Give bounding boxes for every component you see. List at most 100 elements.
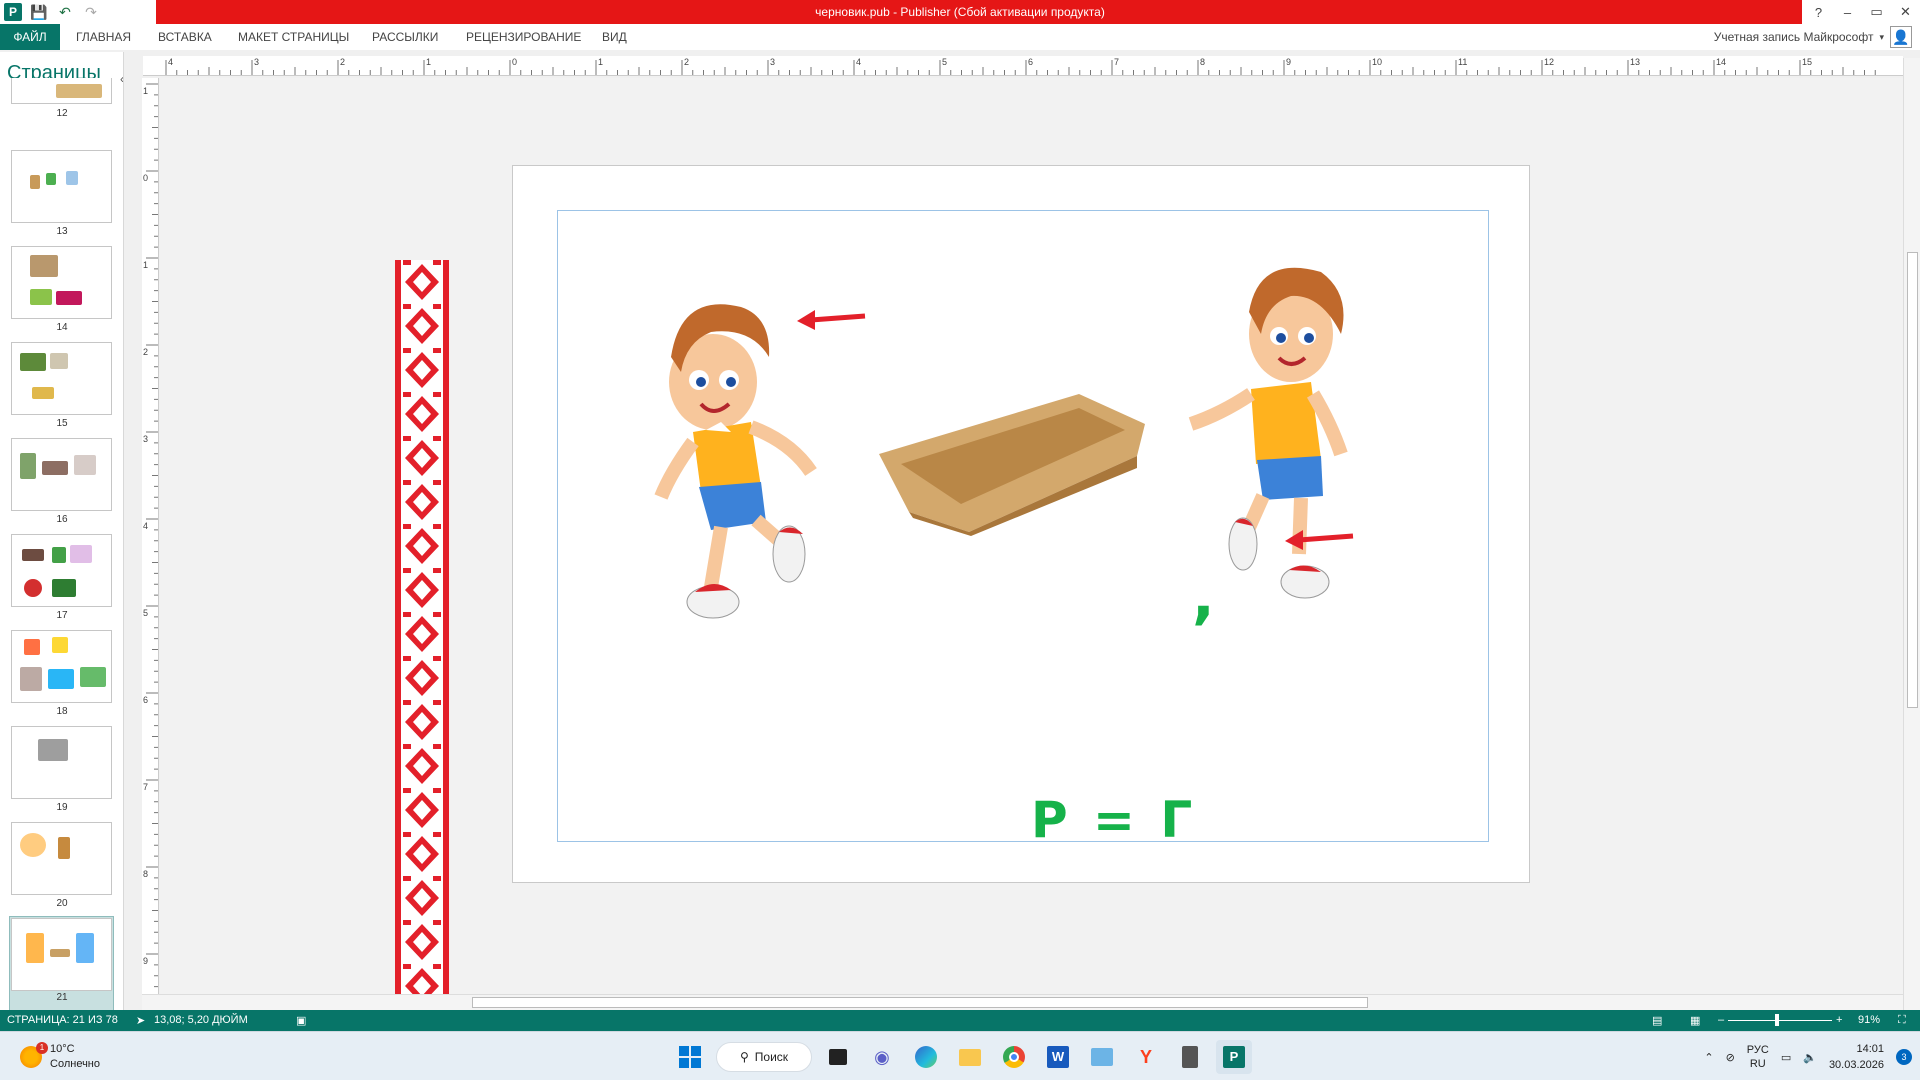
display-icon[interactable]: ▭ bbox=[1781, 1051, 1791, 1064]
calculator-icon[interactable] bbox=[1172, 1040, 1208, 1074]
edge-icon[interactable] bbox=[908, 1040, 944, 1074]
page-thumbnail[interactable] bbox=[11, 534, 112, 607]
horizontal-scroll-thumb[interactable] bbox=[472, 997, 1368, 1008]
ruler-label: 7 bbox=[143, 782, 149, 792]
title-bar: черновик.pub - Publisher (Сбой активации… bbox=[0, 0, 1920, 24]
search-icon: ⚲ bbox=[739, 1050, 749, 1064]
tab-view[interactable]: ВИД bbox=[592, 24, 637, 50]
ruler-label: 12 bbox=[1544, 57, 1555, 67]
page-thumbnail[interactable] bbox=[11, 822, 112, 895]
minimize-button[interactable]: – bbox=[1833, 0, 1862, 24]
horizontal-scrollbar[interactable] bbox=[142, 994, 1903, 1010]
ruler-label: 0 bbox=[143, 173, 149, 183]
vertical-ruler[interactable]: 1 0 1 2 3 4 5 6 7 8 9 bbox=[142, 78, 159, 998]
letter-equation[interactable]: Р = Г bbox=[1031, 791, 1196, 849]
fit-page-icon[interactable]: ⛶ bbox=[1898, 1014, 1906, 1027]
ruler-label: 8 bbox=[1200, 57, 1206, 67]
page-thumbnail[interactable] bbox=[11, 246, 112, 319]
vertical-scroll-thumb[interactable] bbox=[1907, 252, 1918, 708]
zoom-level[interactable]: 91% bbox=[1858, 1014, 1880, 1026]
ruler-ticks bbox=[146, 83, 158, 998]
photos-icon[interactable] bbox=[1084, 1040, 1120, 1074]
account-label: Учетная запись Майкрософт bbox=[1713, 30, 1874, 44]
tab-insert[interactable]: ВСТАВКА bbox=[148, 24, 222, 50]
zoom-in-button[interactable]: + bbox=[1836, 1014, 1842, 1026]
restore-button[interactable]: ▭ bbox=[1862, 0, 1891, 24]
tab-file[interactable]: ФАЙЛ bbox=[0, 24, 60, 50]
ruler-label: 4 bbox=[168, 57, 174, 67]
publisher-taskbar-icon[interactable]: P bbox=[1216, 1040, 1252, 1074]
weather-widget[interactable]: 1 10°C Солнечно bbox=[20, 1042, 100, 1072]
page-thumbnail-selected[interactable] bbox=[11, 918, 112, 991]
clock[interactable]: 14:01 30.03.2026 bbox=[1829, 1041, 1884, 1073]
account-area[interactable]: Учетная запись Майкрософт ▾ 👤 bbox=[1714, 24, 1912, 50]
zoom-slider[interactable] bbox=[1728, 1020, 1832, 1021]
ruler-label: 1 bbox=[143, 260, 149, 270]
page-thumbnail[interactable] bbox=[11, 726, 112, 799]
horizontal-ruler[interactable]: 4 3 2 1 0 1 2 3 4 5 6 7 8 9 10 11 12 13 14 15 bbox=[143, 56, 1903, 76]
windows-taskbar: 1 10°C Солнечно ⚲ Поиск ◉ W Y P ⌃ ⊘ РУС … bbox=[0, 1031, 1920, 1080]
ruler-label: 6 bbox=[143, 695, 149, 705]
page-thumbnail[interactable] bbox=[11, 342, 112, 415]
redo-icon[interactable]: ↷ bbox=[82, 3, 100, 21]
vertical-scrollbar[interactable] bbox=[1903, 58, 1920, 1012]
help-button[interactable]: ? bbox=[1804, 0, 1833, 24]
quick-access-toolbar: P 💾 ↶ ↷ bbox=[4, 2, 100, 22]
language-indicator[interactable]: РУС RU bbox=[1747, 1043, 1769, 1071]
file-explorer-icon[interactable] bbox=[952, 1040, 988, 1074]
object-size-icon: ▣ bbox=[296, 1015, 307, 1027]
canvas-area[interactable]: Р = Г , bbox=[160, 78, 1903, 996]
sun-icon: 1 bbox=[20, 1042, 48, 1068]
ruler-label: 5 bbox=[143, 608, 149, 618]
task-view-icon[interactable] bbox=[820, 1040, 856, 1074]
belarusian-ornament-border[interactable] bbox=[395, 260, 449, 994]
page-number: 21 bbox=[56, 992, 68, 1003]
ruler-label: 5 bbox=[942, 57, 948, 67]
tab-page-design[interactable]: МАКЕТ СТРАНИЦЫ bbox=[228, 24, 359, 50]
volume-icon[interactable]: 🔈 bbox=[1803, 1051, 1817, 1064]
notification-badge[interactable]: 3 bbox=[1896, 1049, 1912, 1065]
taskbar-search[interactable]: ⚲ Поиск bbox=[716, 1042, 812, 1072]
yandex-browser-icon[interactable]: Y bbox=[1128, 1040, 1164, 1074]
weather-badge: 1 bbox=[36, 1042, 48, 1054]
ruler-label: 2 bbox=[340, 57, 346, 67]
word-icon[interactable]: W bbox=[1040, 1040, 1076, 1074]
red-arrow-icon bbox=[797, 310, 866, 330]
publication-page[interactable]: Р = Г bbox=[512, 165, 1530, 883]
chrome-icon[interactable] bbox=[996, 1040, 1032, 1074]
chevron-up-icon[interactable]: ⌃ bbox=[1704, 1051, 1713, 1064]
ruler-label: 1 bbox=[598, 57, 604, 67]
collapse-pane-icon[interactable]: ‹ bbox=[120, 72, 123, 86]
wooden-trough-image[interactable] bbox=[879, 394, 1149, 536]
teams-chat-icon[interactable]: ◉ bbox=[864, 1040, 900, 1074]
network-off-icon[interactable]: ⊘ bbox=[1726, 1051, 1735, 1064]
page-number: 12 bbox=[56, 108, 68, 119]
page-thumbnail[interactable] bbox=[11, 630, 112, 703]
ruler-label: 2 bbox=[684, 57, 690, 67]
page-thumbnail[interactable] bbox=[11, 150, 112, 223]
tab-review[interactable]: РЕЦЕНЗИРОВАНИЕ bbox=[456, 24, 591, 50]
single-page-view-icon[interactable]: ▤ bbox=[1652, 1014, 1662, 1027]
page-counter[interactable]: СТРАНИЦА: 21 ИЗ 78 bbox=[7, 1014, 118, 1026]
save-icon[interactable]: 💾 bbox=[30, 3, 48, 21]
close-button[interactable]: ✕ bbox=[1891, 0, 1920, 24]
page-thumbnail[interactable] bbox=[11, 78, 112, 104]
avatar[interactable]: 👤 bbox=[1890, 26, 1912, 48]
weather-temperature: 10°C bbox=[50, 1043, 75, 1055]
tab-mailings[interactable]: РАССЫЛКИ bbox=[362, 24, 448, 50]
undo-icon[interactable]: ↶ bbox=[56, 3, 74, 21]
zoom-slider-thumb[interactable] bbox=[1775, 1014, 1779, 1026]
ruler-label: 9 bbox=[143, 956, 149, 966]
language-top: РУС bbox=[1746, 1044, 1769, 1056]
zoom-out-button[interactable]: – bbox=[1718, 1014, 1724, 1026]
ruler-label: 1 bbox=[426, 57, 432, 67]
tab-home[interactable]: ГЛАВНАЯ bbox=[66, 24, 141, 50]
window-controls: ? – ▭ ✕ bbox=[1804, 0, 1920, 24]
window-title: черновик.pub - Publisher (Сбой активации… bbox=[815, 5, 1105, 19]
start-icon[interactable] bbox=[672, 1040, 708, 1074]
ruler-label: 1 bbox=[143, 86, 149, 96]
page-thumbnail[interactable] bbox=[11, 438, 112, 511]
page-number: 18 bbox=[56, 706, 68, 717]
comma-mark[interactable]: , bbox=[1192, 562, 1215, 632]
two-page-view-icon[interactable]: ▦ bbox=[1690, 1014, 1700, 1027]
